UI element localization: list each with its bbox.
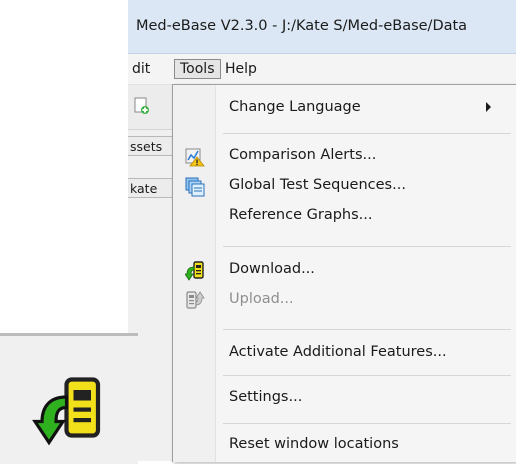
menu-tools[interactable]: Tools: [174, 59, 221, 79]
menu-separator: [223, 423, 511, 424]
menu-item-activate-additional-features[interactable]: Activate Additional Features...: [173, 338, 516, 368]
menu-item-upload[interactable]: Upload...: [173, 285, 516, 315]
menu-item-reference-graphs[interactable]: Reference Graphs...: [173, 201, 516, 231]
menu-item-label: Reference Graphs...: [229, 207, 373, 223]
submenu-arrow-icon: [486, 102, 491, 112]
global-test-sequences-icon: [185, 177, 205, 197]
menu-item-settings[interactable]: Settings...: [173, 383, 516, 413]
download-icon-zoom-panel: [0, 333, 138, 464]
menu-item-label: Activate Additional Features...: [229, 344, 447, 360]
menu-item-label: Global Test Sequences...: [229, 177, 406, 193]
title-bar: Med-eBase V2.3.0 - J:/Kate S/Med-eBase/D…: [128, 0, 516, 54]
menu-item-global-test-sequences[interactable]: Global Test Sequences...: [173, 171, 516, 201]
window-title: Med-eBase V2.3.0 - J:/Kate S/Med-eBase/D…: [136, 18, 468, 34]
menu-separator: [223, 246, 511, 247]
menu-help[interactable]: Help: [221, 59, 261, 79]
menu-edit[interactable]: dit: [128, 59, 154, 79]
menu-bar: dit Tools Help: [128, 54, 516, 85]
menu-item-label: Comparison Alerts...: [229, 147, 377, 163]
tools-menu-dropdown: Change Language Comparison Alerts... Glo…: [172, 84, 516, 462]
new-document-icon[interactable]: [134, 97, 150, 115]
side-tab-kate[interactable]: kate: [128, 178, 174, 198]
download-icon: [184, 261, 205, 281]
menu-item-label: Settings...: [229, 389, 303, 405]
upload-icon: [185, 291, 205, 311]
menu-item-label: Reset window locations: [229, 436, 399, 452]
comparison-alerts-icon: [185, 147, 205, 167]
download-icon: [30, 376, 110, 446]
menu-item-label: Change Language: [229, 99, 361, 115]
menu-item-download[interactable]: Download...: [173, 255, 516, 285]
side-tab-assets[interactable]: ssets: [128, 136, 174, 156]
menu-item-change-language[interactable]: Change Language: [173, 93, 516, 123]
menu-item-reset-window-locations[interactable]: Reset window locations: [173, 430, 516, 460]
menu-separator: [223, 375, 511, 376]
menu-separator: [223, 329, 511, 330]
menu-item-label: Download...: [229, 261, 315, 277]
menu-item-label: Upload...: [229, 291, 294, 307]
menu-item-comparison-alerts[interactable]: Comparison Alerts...: [173, 141, 516, 171]
menu-separator: [223, 133, 511, 134]
